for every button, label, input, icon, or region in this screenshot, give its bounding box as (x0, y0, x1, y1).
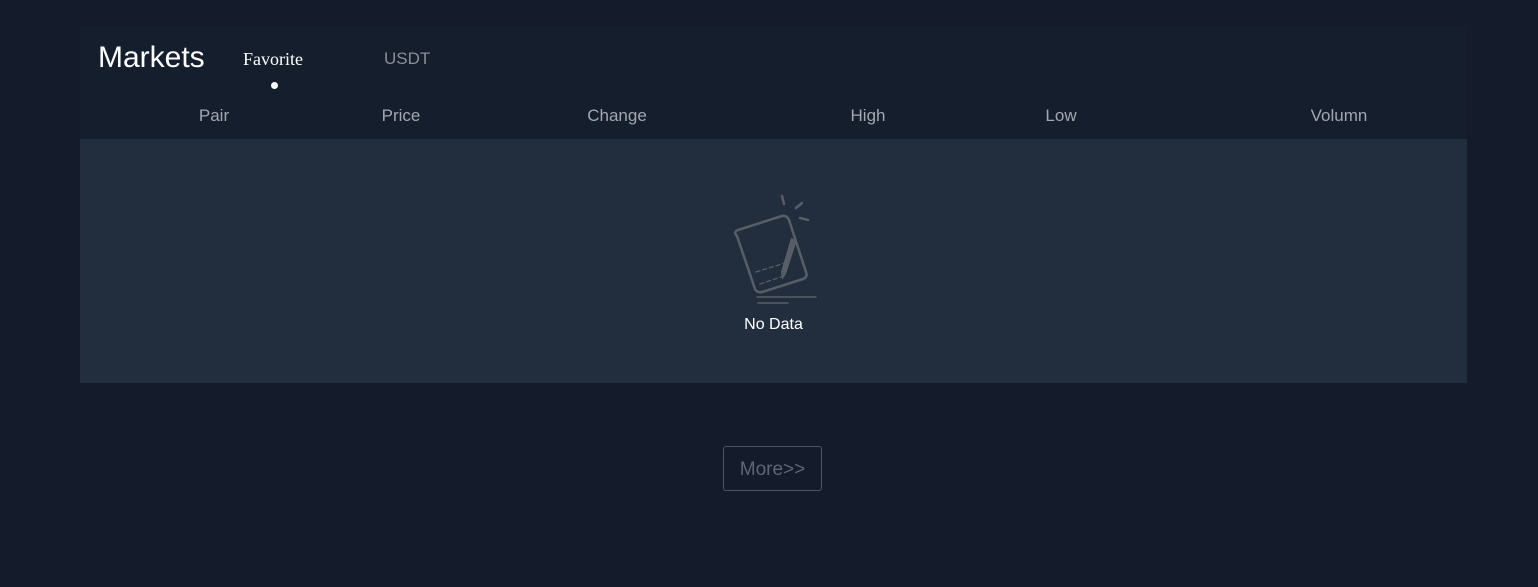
market-table-body: No Data (80, 139, 1467, 383)
column-header-price[interactable]: Price (382, 104, 421, 128)
column-header-low[interactable]: Low (1045, 104, 1076, 128)
column-header-change[interactable]: Change (587, 104, 647, 128)
tab-favorite[interactable]: Favorite (243, 48, 303, 70)
column-header-pair[interactable]: Pair (199, 104, 229, 128)
no-data-icon (734, 194, 817, 304)
tab-usdt[interactable]: USDT (384, 48, 430, 70)
markets-title: Markets (98, 41, 205, 74)
no-data-text: No Data (744, 316, 803, 333)
column-header-volumn[interactable]: Volumn (1311, 104, 1368, 128)
markets-header: Markets Favorite USDT (80, 26, 1467, 96)
markets-panel: Markets Favorite USDT Pair Price Change … (80, 26, 1467, 383)
active-tab-indicator (271, 82, 278, 89)
column-header-high[interactable]: High (851, 104, 886, 128)
more-button[interactable]: More>> (723, 446, 822, 491)
